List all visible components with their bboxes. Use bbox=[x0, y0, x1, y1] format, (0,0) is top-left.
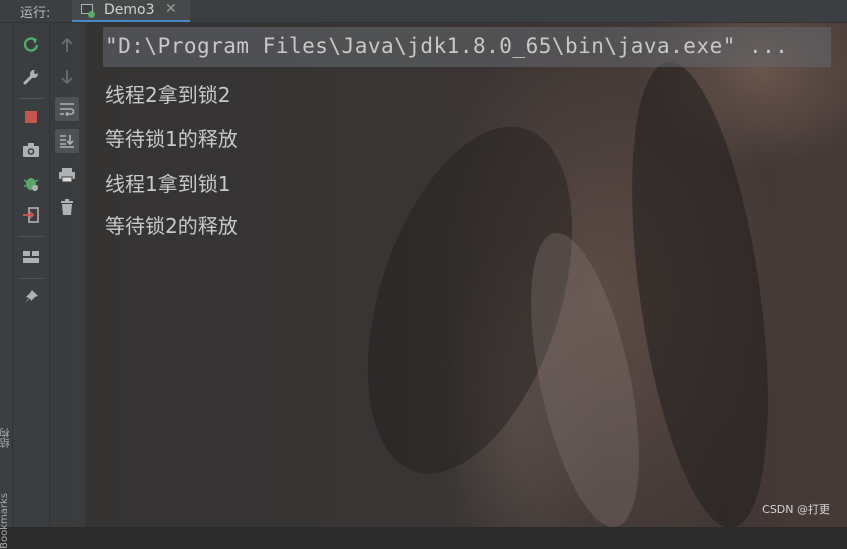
structure-tool-label[interactable]: 结构 bbox=[0, 428, 14, 448]
application-icon bbox=[81, 4, 95, 18]
run-tab-bar: 运行: Demo3 ✕ bbox=[0, 0, 847, 23]
tab-title: Demo3 bbox=[104, 2, 155, 18]
print-icon[interactable] bbox=[55, 163, 79, 187]
watermark: CSDN @打更 bbox=[762, 503, 830, 516]
layout-icon[interactable] bbox=[19, 245, 43, 269]
scroll-to-end-icon[interactable] bbox=[55, 129, 79, 153]
console-line: 等待锁1的释放 bbox=[105, 127, 238, 151]
debug-icon[interactable] bbox=[19, 171, 43, 195]
camera-icon[interactable] bbox=[19, 138, 43, 162]
rerun-icon[interactable] bbox=[19, 33, 43, 57]
arrow-down-icon[interactable] bbox=[55, 65, 79, 89]
command-line-row[interactable]: "D:\Program Files\Java\jdk1.8.0_65\bin\j… bbox=[103, 27, 831, 67]
trash-icon[interactable] bbox=[55, 195, 79, 219]
arrow-up-icon[interactable] bbox=[55, 33, 79, 57]
pin-icon[interactable] bbox=[19, 285, 43, 309]
command-line-text: "D:\Program Files\Java\jdk1.8.0_65\bin\j… bbox=[105, 34, 789, 58]
close-icon[interactable]: ✕ bbox=[165, 1, 177, 17]
console-line: 线程1拿到锁1 bbox=[105, 172, 231, 196]
stop-icon[interactable] bbox=[19, 105, 43, 129]
console-toolbar bbox=[50, 23, 86, 527]
wrench-icon[interactable] bbox=[19, 65, 43, 89]
tab-demo3[interactable]: Demo3 ✕ bbox=[72, 0, 190, 22]
left-tool-strip: 结构 Bookmarks bbox=[0, 23, 14, 549]
toolbar-separator bbox=[19, 278, 43, 279]
bookmarks-tool-label[interactable]: Bookmarks bbox=[0, 493, 10, 549]
run-label: 运行: bbox=[20, 6, 51, 21]
soft-wrap-icon[interactable] bbox=[55, 97, 79, 121]
console-line: 等待锁2的释放 bbox=[105, 214, 238, 238]
console-output[interactable]: "D:\Program Files\Java\jdk1.8.0_65\bin\j… bbox=[86, 23, 847, 527]
toolbar-separator bbox=[19, 236, 43, 237]
exit-icon[interactable] bbox=[19, 203, 43, 227]
toolbar-separator bbox=[19, 98, 43, 99]
console-line: 线程2拿到锁2 bbox=[105, 83, 231, 107]
run-toolbar bbox=[13, 23, 50, 527]
